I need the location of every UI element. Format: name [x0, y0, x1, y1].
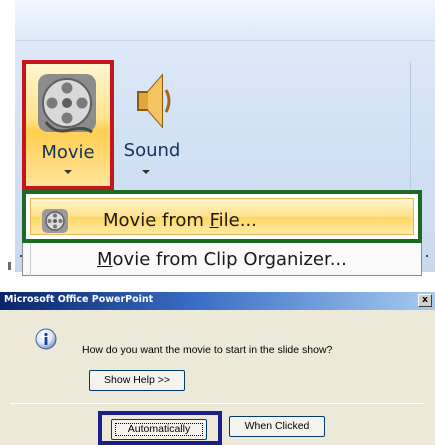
- ribbon-group-separator: [410, 62, 411, 192]
- automatically-button[interactable]: Automatically: [111, 419, 207, 440]
- menu-item-movie-from-clip-organizer[interactable]: Movie from Clip Organizer...: [22, 243, 422, 276]
- focus-rect: [115, 423, 203, 436]
- dialog-question: How do you want the movie to start in th…: [82, 344, 333, 356]
- when-clicked-button[interactable]: When Clicked: [229, 416, 325, 437]
- dialog-title-bar[interactable]: Microsoft Office PowerPoint x: [0, 292, 435, 310]
- film-reel-icon: [41, 208, 69, 234]
- chevron-down-icon: [64, 170, 72, 174]
- speaker-icon: [132, 68, 176, 134]
- chevron-down-icon: [142, 170, 150, 174]
- show-help-button[interactable]: Show Help >>: [89, 370, 185, 391]
- left-edge-mark: [8, 262, 11, 270]
- info-icon: [34, 328, 58, 352]
- film-reel-icon: [36, 72, 98, 138]
- menu-item-highlight: Movie from File...: [30, 198, 414, 235]
- edge-tick: [426, 255, 428, 257]
- menu-item-movie-from-file[interactable]: Movie from File...: [22, 190, 422, 243]
- movie-button[interactable]: Movie: [22, 60, 114, 190]
- edge-tick: [20, 255, 22, 257]
- close-button[interactable]: x: [418, 294, 432, 307]
- movie-button-label: Movie: [41, 142, 95, 163]
- dialog-body: How do you want the movie to start in th…: [0, 310, 435, 445]
- dialog-divider: [10, 403, 425, 404]
- sound-button[interactable]: Sound: [114, 62, 190, 190]
- menu-item-label: Movie from Clip Organizer...: [97, 249, 347, 270]
- ribbon-divider: [15, 40, 435, 41]
- sound-button-label: Sound: [123, 140, 181, 161]
- dialog-title: Microsoft Office PowerPoint: [4, 294, 154, 305]
- menu-item-label: Movie from File...: [103, 210, 257, 231]
- automatically-highlight: Automatically: [98, 411, 222, 445]
